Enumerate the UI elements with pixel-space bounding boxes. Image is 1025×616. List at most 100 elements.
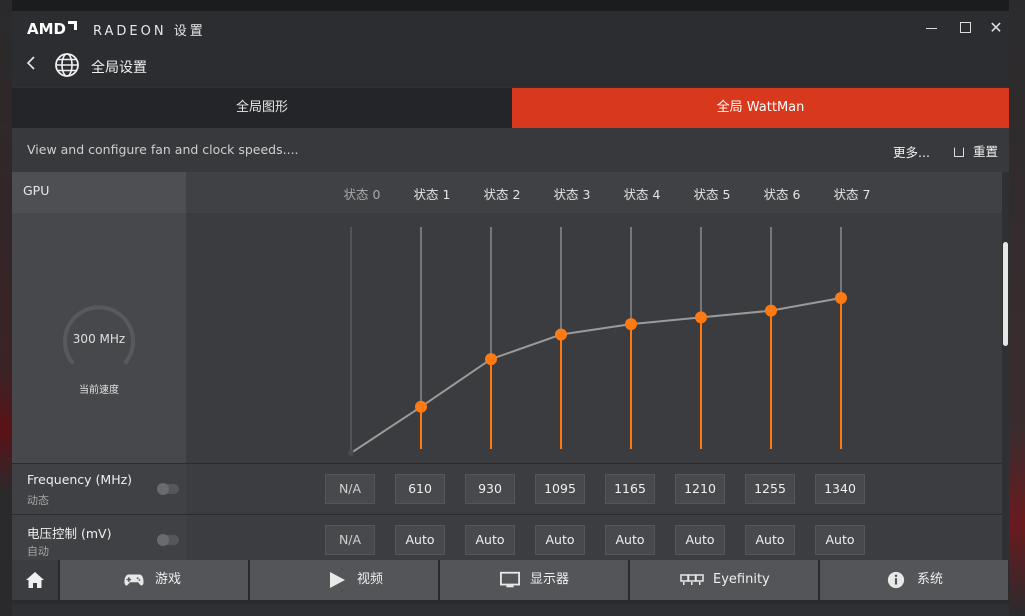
frequency-cell[interactable]: 1340 <box>815 474 865 504</box>
voltage-cell[interactable]: Auto <box>465 525 515 555</box>
clock-state-chart <box>186 213 1002 463</box>
app-title: RADEON 设置 <box>93 24 206 39</box>
wattman-panel: GPU 300 MHz 当前速度 状态 0 状态 1 状态 2 状态 3 状态 … <box>12 172 1009 565</box>
state-point[interactable] <box>695 311 707 324</box>
gpu-label: GPU <box>23 183 50 198</box>
frequency-cell[interactable]: 1095 <box>535 474 585 504</box>
nav-display[interactable]: 显示器 <box>440 560 629 600</box>
state-point[interactable] <box>835 292 847 304</box>
tab-global-graphics[interactable]: 全局图形 <box>12 88 512 128</box>
radeon-settings-window: AMD RADEON 设置 ✕ 全局设置 全局图形 全局 WattMan Vie… <box>12 11 1009 616</box>
frequency-cell[interactable]: 1210 <box>675 474 725 504</box>
voltage-cell[interactable]: Auto <box>395 525 445 555</box>
gpu-header-cell: GPU <box>12 172 186 213</box>
vertical-scrollbar[interactable] <box>1002 172 1009 562</box>
close-icon: ✕ <box>989 18 1003 37</box>
frequency-cell[interactable]: 1165 <box>605 474 655 504</box>
state-label: 状态 0 <box>343 187 381 202</box>
home-button[interactable] <box>12 560 59 600</box>
nav-eyefinity[interactable]: Eyefinity <box>630 560 819 600</box>
gauge-value: 300 MHz <box>72 332 126 346</box>
reset-icon <box>954 147 964 157</box>
back-arrow-icon <box>26 56 35 70</box>
state-point[interactable] <box>485 353 497 366</box>
scrollbar-thumb[interactable] <box>1003 242 1008 346</box>
nav-system-label: 系统 <box>917 572 944 587</box>
voltage-cell[interactable]: Auto <box>815 525 865 555</box>
toolbar: View and configure fan and clock speeds.… <box>12 128 1009 172</box>
state-label: 状态 5 <box>693 187 731 202</box>
info-icon <box>887 571 905 589</box>
voltage-cell: N/A <box>325 525 375 555</box>
state-point <box>348 450 354 456</box>
state-label: 状态 1 <box>413 187 451 202</box>
toggle-knob <box>157 534 169 546</box>
clock-curve-line <box>350 297 842 454</box>
bottom-nav: 游戏 视频 显示器 Eyefinity 系统 <box>12 560 1009 604</box>
state-label: 状态 2 <box>483 187 521 202</box>
nav-games-label: 游戏 <box>155 572 182 587</box>
voltage-cell[interactable]: Auto <box>675 525 725 555</box>
state-point[interactable] <box>765 304 777 317</box>
page-title: 全局设置 <box>91 60 147 76</box>
monitor-icon <box>500 571 520 588</box>
voltage-toggle[interactable] <box>157 534 179 546</box>
tab-bar: 全局图形 全局 WattMan <box>12 88 1009 128</box>
minimize-button[interactable] <box>914 16 948 40</box>
toggle-knob <box>157 483 169 495</box>
maximize-button[interactable] <box>948 16 982 40</box>
nav-games[interactable]: 游戏 <box>60 560 249 600</box>
frequency-cell[interactable]: 610 <box>395 474 445 504</box>
eyefinity-icon <box>680 574 704 585</box>
gauge-caption: 当前速度 <box>79 385 119 396</box>
state-label: 状态 7 <box>833 187 871 202</box>
desktop-background-left <box>0 0 12 616</box>
globe-icon <box>55 53 79 77</box>
state-point[interactable] <box>415 400 427 413</box>
voltage-cell[interactable]: Auto <box>605 525 655 555</box>
nav-system[interactable]: 系统 <box>820 560 1009 600</box>
clock-state-chart-svg <box>348 227 847 456</box>
voltage-mode: 自动 <box>27 545 49 558</box>
state-label: 状态 6 <box>763 187 801 202</box>
nav-video-label: 视频 <box>357 572 384 587</box>
nav-eyefinity-label: Eyefinity <box>713 572 770 587</box>
voltage-cell[interactable]: Auto <box>535 525 585 555</box>
desktop-background-right <box>1009 0 1025 616</box>
voltage-label-cell: 电压控制 (mV) 自动 <box>12 515 186 565</box>
minimize-icon <box>925 27 937 29</box>
state-point[interactable] <box>555 328 567 341</box>
amd-logo: AMD <box>27 20 77 38</box>
frequency-label-cell: Frequency (MHz) 动态 <box>12 464 186 514</box>
frequency-cell[interactable]: 1255 <box>745 474 795 504</box>
more-button[interactable]: 更多... <box>893 142 930 161</box>
nav-display-label: 显示器 <box>530 572 570 587</box>
close-button[interactable]: ✕ <box>979 16 1009 40</box>
frequency-row: Frequency (MHz) 动态 N/A 610 930 1095 1165… <box>12 463 1002 514</box>
title-bar: AMD RADEON 设置 ✕ <box>12 11 1009 45</box>
state-point[interactable] <box>625 318 637 331</box>
reset-button[interactable]: 重置 <box>954 141 998 160</box>
nav-header: 全局设置 <box>12 45 1009 87</box>
state-label: 状态 3 <box>553 187 591 202</box>
voltage-cell[interactable]: Auto <box>745 525 795 555</box>
frequency-title: Frequency (MHz) <box>27 472 133 487</box>
reset-label: 重置 <box>973 144 999 159</box>
gpu-info-panel: GPU 300 MHz 当前速度 <box>12 172 186 463</box>
frequency-mode: 动态 <box>27 494 49 507</box>
state-header-row: 状态 0 状态 1 状态 2 状态 3 状态 4 状态 5 状态 6 状态 7 <box>186 172 1002 213</box>
description-text: View and configure fan and clock speeds.… <box>27 142 299 157</box>
home-icon <box>26 572 44 588</box>
frequency-cell[interactable]: 930 <box>465 474 515 504</box>
back-button[interactable] <box>20 53 44 77</box>
maximize-icon <box>959 22 971 33</box>
nav-video[interactable]: 视频 <box>250 560 439 600</box>
gamepad-icon <box>124 574 144 586</box>
frequency-toggle[interactable] <box>157 483 179 495</box>
tab-global-wattman[interactable]: 全局 WattMan <box>512 88 1009 128</box>
frequency-cell: N/A <box>325 474 375 504</box>
voltage-title: 电压控制 (mV) <box>27 526 112 541</box>
voltage-row: 电压控制 (mV) 自动 N/A Auto Auto Auto Auto Aut… <box>12 514 1002 565</box>
state-label: 状态 4 <box>623 187 661 202</box>
play-icon <box>330 572 345 588</box>
